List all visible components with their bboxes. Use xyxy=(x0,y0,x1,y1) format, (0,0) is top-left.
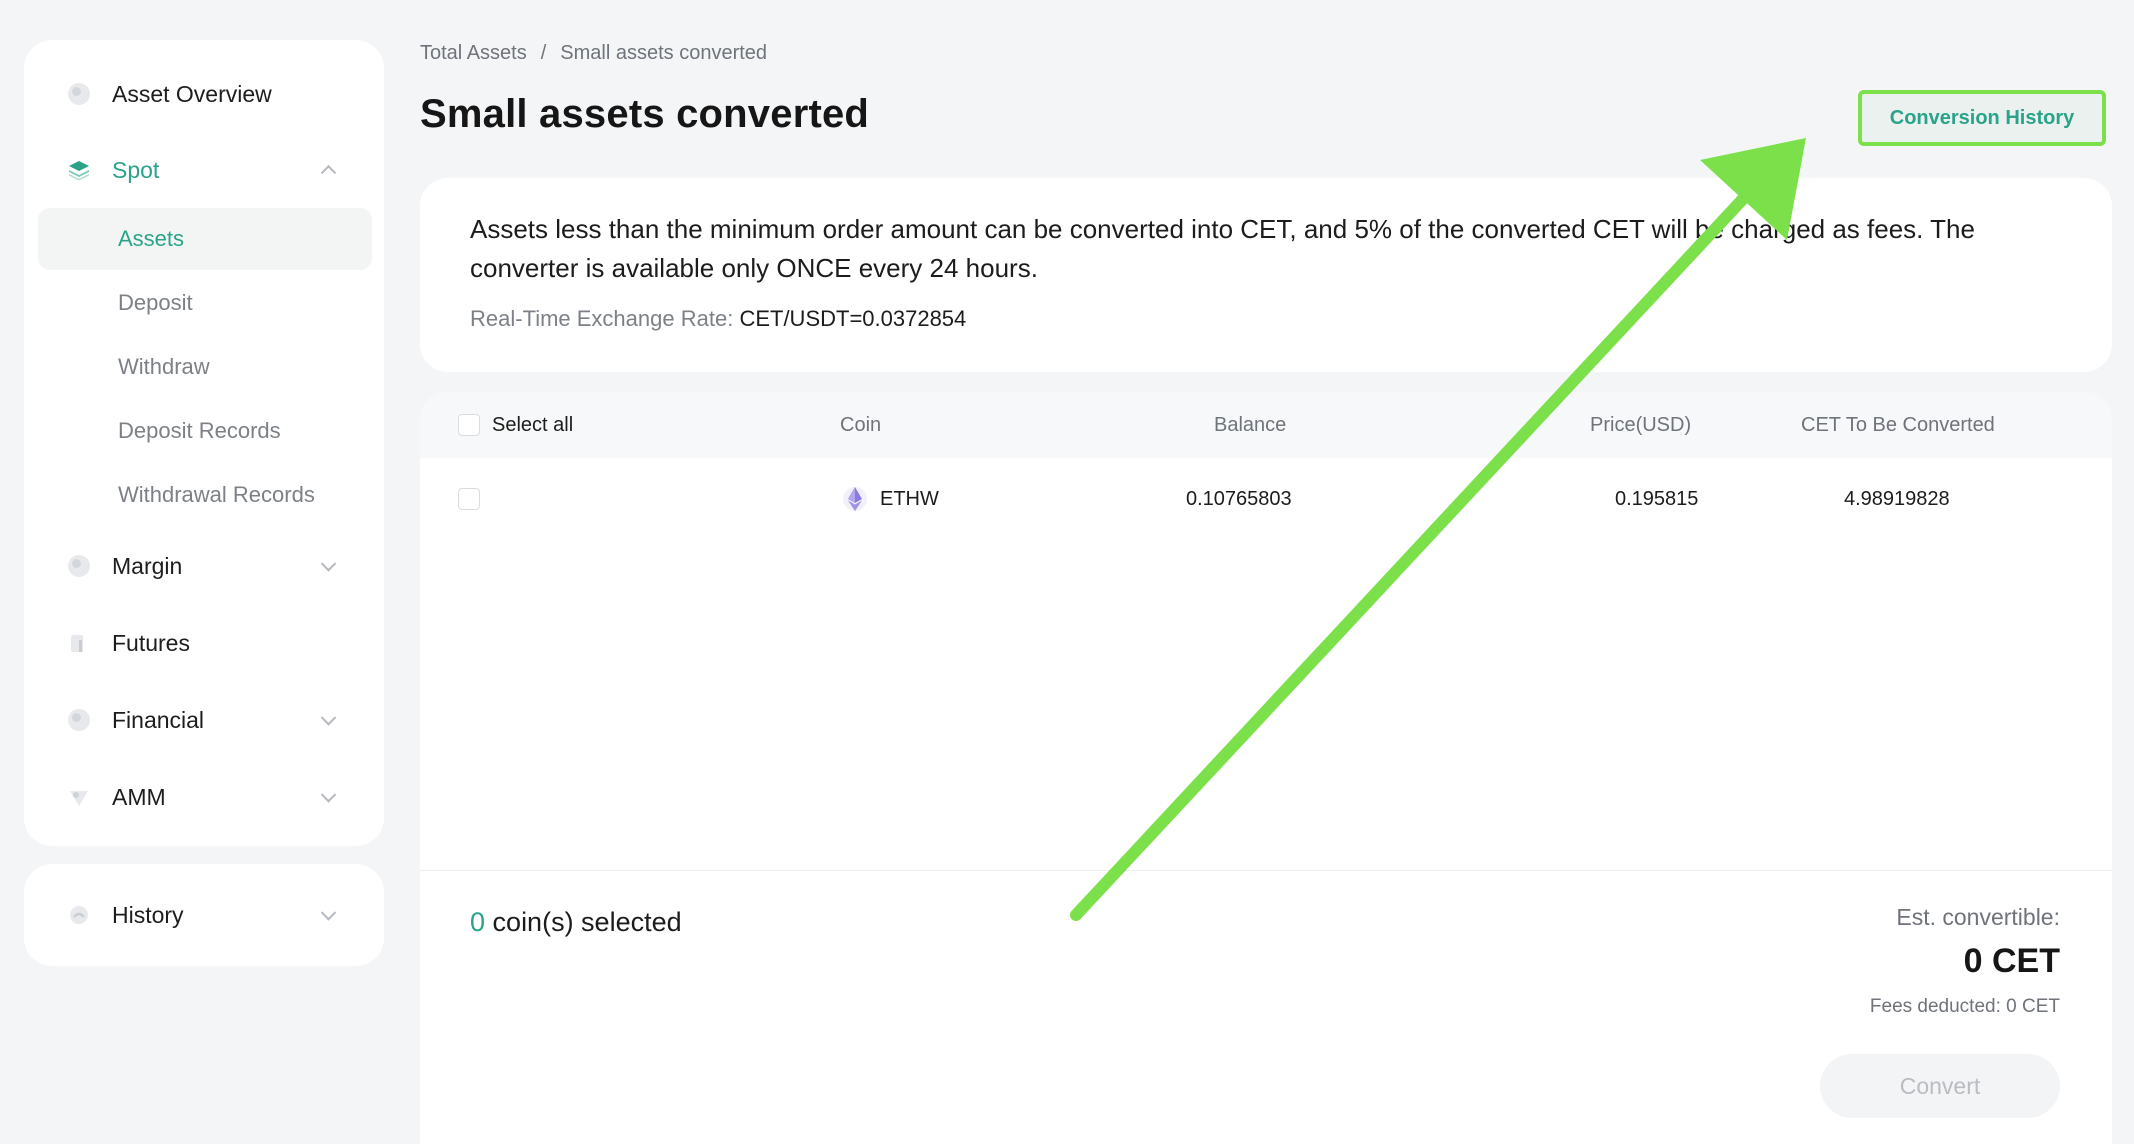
divider xyxy=(420,870,2112,871)
select-all[interactable]: Select all xyxy=(458,392,573,458)
fees-deducted: Fees deducted: 0 CET xyxy=(1869,996,2060,1017)
sidebar: Asset Overview Spot Assets Deposit Withd… xyxy=(24,40,384,846)
column-header-balance: Balance xyxy=(1214,413,1287,436)
row-select xyxy=(458,458,480,540)
table-header: Select all Coin Balance Price(USD) CET T… xyxy=(420,392,2112,458)
chevron-down-icon xyxy=(320,710,337,726)
sidebar-subitem-label: Withdrawal Records xyxy=(118,482,315,507)
sidebar-subitem-label: Assets xyxy=(118,226,185,251)
sidebar-item-label: Futures xyxy=(112,629,190,656)
sidebar-subitem-assets[interactable]: Assets xyxy=(38,208,372,270)
coin-name: ETHW xyxy=(880,487,939,510)
sidebar-item-amm[interactable]: AMM xyxy=(24,765,384,829)
sidebar-item-asset-overview[interactable]: Asset Overview xyxy=(24,62,384,126)
row-coin: ETHW xyxy=(842,458,939,540)
sidebar-subitem-label: Deposit xyxy=(118,290,193,315)
ethereum-icon xyxy=(843,487,867,511)
assets-table-card: Select all Coin Balance Price(USD) CET T… xyxy=(420,392,2112,1144)
info-card: Assets less than the minimum order amoun… xyxy=(420,178,2112,372)
pie-chart-icon xyxy=(68,83,90,105)
column-header-cet-to-be-converted: CET To Be Converted xyxy=(1801,413,1995,436)
layers-icon xyxy=(68,159,90,181)
exchange-rate: Real-Time Exchange Rate: CET/USDT=0.0372… xyxy=(470,306,2062,332)
sidebar-item-futures[interactable]: Futures xyxy=(24,611,384,675)
table-row: ETHW 0.10765803 0.195815 4.98919828 xyxy=(420,458,2112,540)
sidebar-subitem-deposit-records[interactable]: Deposit Records xyxy=(38,400,372,462)
select-all-label: Select all xyxy=(492,413,574,436)
exchange-rate-value: CET/USDT=0.0372854 xyxy=(739,306,967,331)
conversion-history-button[interactable]: Conversion History xyxy=(1858,90,2106,146)
est-convertible-label: Est. convertible: xyxy=(1896,904,2060,930)
sidebar-item-history[interactable]: History xyxy=(24,883,384,947)
sidebar-subitem-deposit[interactable]: Deposit xyxy=(38,272,372,334)
sidebar-item-label: Asset Overview xyxy=(112,80,272,107)
row-checkbox[interactable] xyxy=(458,488,480,510)
sidebar-item-label: Margin xyxy=(112,552,183,579)
futures-icon xyxy=(68,632,90,654)
sidebar-item-label: AMM xyxy=(112,783,166,810)
sidebar-subitem-label: Withdraw xyxy=(118,354,210,379)
selected-count-label: coin(s) selected xyxy=(492,907,682,937)
selected-count: 0 coin(s) selected xyxy=(470,907,682,938)
sidebar-item-financial[interactable]: Financial xyxy=(24,688,384,752)
amm-icon xyxy=(68,786,90,808)
chevron-up-icon xyxy=(320,164,337,181)
breadcrumb-link-total-assets[interactable]: Total Assets xyxy=(420,42,527,65)
select-all-checkbox[interactable] xyxy=(458,414,480,436)
page-title: Small assets converted xyxy=(420,92,870,136)
sidebar-item-label: History xyxy=(112,901,184,928)
chevron-down-icon xyxy=(320,905,337,921)
row-balance: 0.10765803 xyxy=(1186,487,1292,510)
est-convertible-value: 0 CET xyxy=(1963,942,2060,980)
chevron-down-icon xyxy=(320,787,337,803)
row-price: 0.195815 xyxy=(1615,487,1699,510)
breadcrumb-separator: / xyxy=(540,42,547,64)
column-header-coin: Coin xyxy=(840,413,882,436)
convert-button[interactable]: Convert xyxy=(1820,1054,2060,1118)
history-icon xyxy=(68,904,90,926)
row-cet-to-be-converted: 4.98919828 xyxy=(1844,487,1950,510)
sidebar-subitem-label: Deposit Records xyxy=(118,418,281,443)
sidebar-subitem-withdrawal-records[interactable]: Withdrawal Records xyxy=(38,464,372,526)
margin-icon xyxy=(68,555,90,577)
column-header-price: Price(USD) xyxy=(1590,413,1692,436)
sidebar-item-spot[interactable]: Spot xyxy=(24,138,384,202)
breadcrumb-current: Small assets converted xyxy=(560,42,768,64)
sidebar-history-card: History xyxy=(24,864,384,966)
breadcrumb: Total Assets / Small assets converted xyxy=(420,42,767,65)
info-description: Assets less than the minimum order amoun… xyxy=(470,214,1975,283)
sidebar-item-label: Financial xyxy=(112,706,205,733)
sidebar-subitem-withdraw[interactable]: Withdraw xyxy=(38,336,372,398)
sidebar-item-margin[interactable]: Margin xyxy=(24,534,384,598)
exchange-rate-label: Real-Time Exchange Rate: xyxy=(470,306,734,331)
chevron-down-icon xyxy=(320,556,337,572)
sidebar-item-label: Spot xyxy=(112,156,160,183)
financial-icon xyxy=(68,709,90,731)
selected-count-number: 0 xyxy=(470,907,486,937)
